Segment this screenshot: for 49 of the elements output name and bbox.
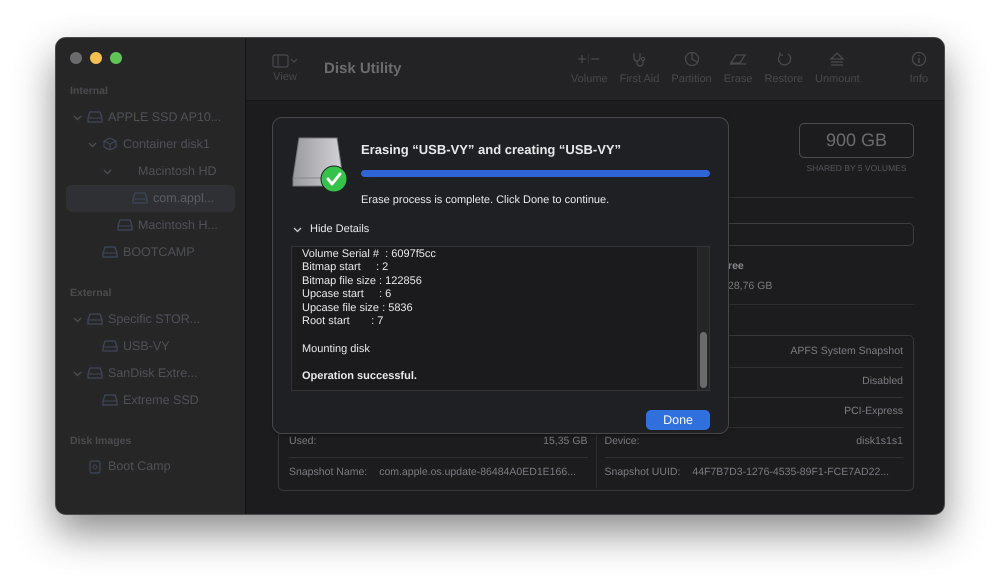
- info-value: 44F7B7D3-1276-4535-89F1-FCE7AD22...: [692, 464, 890, 480]
- check-icon: [320, 165, 348, 193]
- info-label: Snapshot Name:: [289, 464, 368, 480]
- capacity-box: 900 GB: [799, 123, 914, 158]
- close-button[interactable]: [70, 52, 82, 64]
- drive-icon: [117, 219, 133, 232]
- details-toggle[interactable]: Hide Details: [293, 221, 370, 238]
- info-label: Device:: [604, 434, 640, 450]
- info-value: Disabled: [862, 374, 903, 390]
- scrollbar[interactable]: [697, 246, 709, 390]
- drive-icon: [102, 394, 118, 406]
- legend-value: 28,76 GB: [728, 278, 772, 294]
- log-paragraph: Operation successful.: [302, 370, 418, 384]
- restore-icon: [776, 50, 792, 67]
- info-icon: [910, 50, 927, 67]
- dialog-title: Erasing “USB-VY” and creating “USB-VY”: [361, 141, 622, 159]
- status-message: Erase process is complete. Click Done to continue.: [361, 192, 610, 208]
- chevron-down-icon[interactable]: [88, 140, 97, 149]
- drive-icon: [87, 367, 103, 379]
- drive-icon: [87, 313, 103, 325]
- drive-icon: [87, 111, 103, 124]
- info-value: PCI-Express: [844, 404, 903, 420]
- window-title: Disk Utility: [324, 58, 402, 79]
- log-paragraph: Mounting disk: [302, 342, 371, 356]
- log-paragraph: Volume Serial # : 6097f5cc Bitmap start : 2 Bitmap file size : 122856 Upcase start : 6 Upcase file size : 5836 Root start : 7: [302, 248, 437, 330]
- chevron-down-icon[interactable]: [103, 166, 112, 176]
- cube-icon: [103, 137, 117, 152]
- chevron-down-icon[interactable]: [73, 368, 82, 378]
- info-label: Snapshot UUID:: [604, 464, 680, 480]
- info-value: APFS System Snapshot: [790, 344, 903, 360]
- minimize-button[interactable]: [90, 52, 102, 64]
- chevron-down-icon: [293, 224, 302, 234]
- info-label: Used:: [289, 434, 316, 450]
- capacity-note: SHARED BY 5 VOLUMES: [806, 162, 906, 175]
- drive-icon: [102, 340, 118, 352]
- info-value: disk1s1s1: [856, 434, 903, 450]
- info-value: com.apple.os.update-86484A0ED1E166...: [379, 464, 576, 480]
- drive-icon: [132, 192, 148, 204]
- stethoscope-icon: [631, 50, 648, 67]
- info-value: 15,35 GB: [543, 434, 588, 450]
- drive-icon: [102, 246, 118, 258]
- chevron-down-icon[interactable]: [73, 314, 82, 324]
- done-button[interactable]: Done: [646, 410, 710, 430]
- chevron-down-icon[interactable]: [73, 112, 82, 122]
- sidebar-icon: [272, 52, 298, 69]
- eject-icon: [829, 50, 846, 67]
- pie-chart-icon: [684, 50, 700, 67]
- disk-image-icon: [88, 460, 102, 474]
- zoom-button[interactable]: [110, 52, 122, 64]
